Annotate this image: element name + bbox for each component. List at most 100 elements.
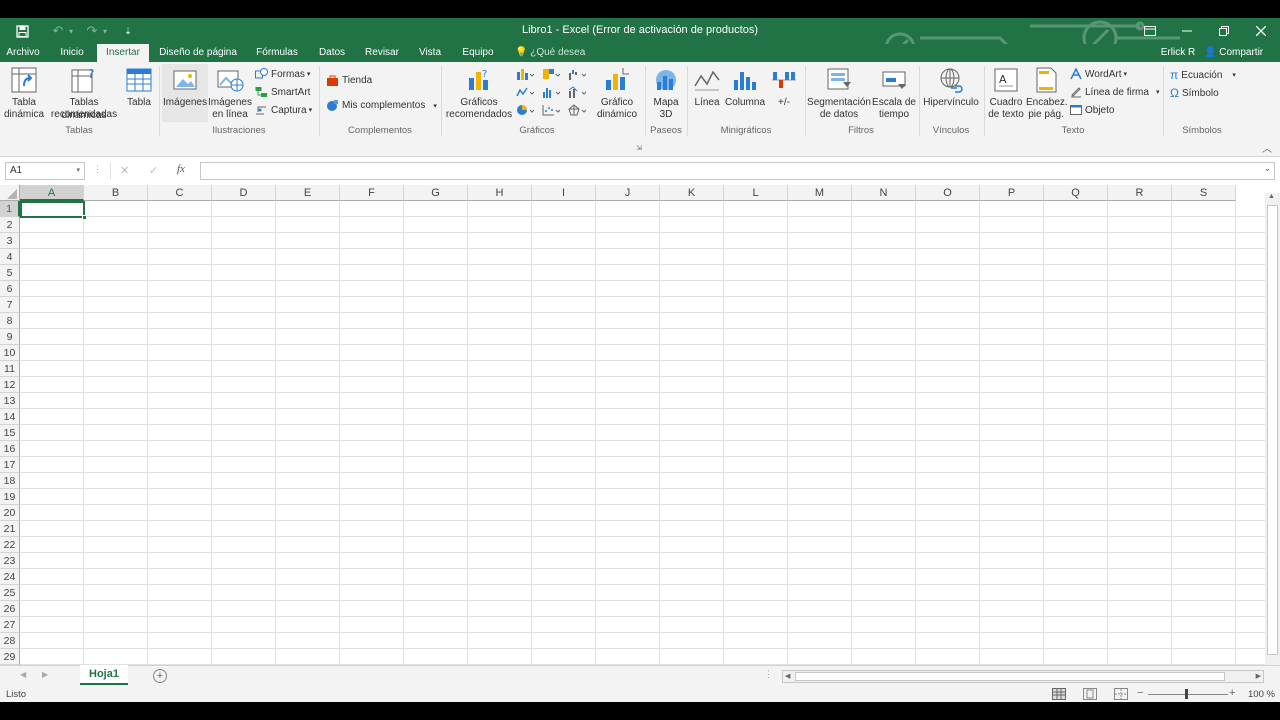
row-header-18[interactable]: 18 [0, 473, 20, 489]
tab-archivo[interactable]: Archivo [0, 44, 46, 62]
row-header-29[interactable]: 29 [0, 649, 20, 665]
cancel-icon[interactable]: ✕ [120, 164, 129, 177]
row-header-5[interactable]: 5 [0, 265, 20, 281]
statistic-chart-button[interactable] [542, 86, 563, 98]
row-header-3[interactable]: 3 [0, 233, 20, 249]
minimize-icon[interactable] [1176, 18, 1198, 44]
page-layout-view-icon[interactable] [1083, 688, 1097, 700]
column-header-s[interactable]: S [1172, 185, 1236, 201]
row-header-28[interactable]: 28 [0, 633, 20, 649]
column-header-p[interactable]: P [980, 185, 1044, 201]
column-header-i[interactable]: I [532, 185, 596, 201]
tab-vista[interactable]: Vista [412, 44, 448, 62]
slicer-button[interactable]: Segmentación de datos [807, 64, 871, 122]
row-header-22[interactable]: 22 [0, 537, 20, 553]
store-button[interactable]: Tienda [326, 74, 372, 87]
tell-me-box[interactable]: 💡 ¿Qué desea hacer? [515, 44, 615, 75]
sparkline-winloss-button[interactable]: +/- [768, 64, 800, 122]
select-all-corner[interactable] [0, 185, 20, 201]
row-header-23[interactable]: 23 [0, 553, 20, 569]
scroll-right-icon[interactable]: ▶ [1256, 672, 1261, 680]
waterfall-chart-button[interactable] [568, 68, 589, 80]
wordart-button[interactable]: WordArt ▾ [1070, 68, 1127, 80]
equation-button[interactable]: π Ecuación ▾ [1170, 68, 1236, 82]
tab-diseno-pagina[interactable]: Diseño de página [156, 44, 240, 62]
row-header-10[interactable]: 10 [0, 345, 20, 361]
smartart-button[interactable]: SmartArt [255, 86, 310, 98]
scroll-left-icon[interactable]: ◀ [785, 672, 790, 680]
user-name[interactable]: Erlick R [1158, 44, 1198, 62]
row-header-4[interactable]: 4 [0, 249, 20, 265]
scatter-chart-button[interactable] [542, 104, 563, 116]
active-cell-a1[interactable] [20, 201, 85, 218]
tab-revisar[interactable]: Revisar [362, 44, 402, 62]
zoom-slider-thumb[interactable] [1185, 689, 1188, 699]
pivot-table-button[interactable]: Tabla dinámica [4, 64, 44, 122]
column-header-m[interactable]: M [788, 185, 852, 201]
pie-chart-button[interactable] [516, 104, 537, 116]
row-header-12[interactable]: 12 [0, 377, 20, 393]
row-header-6[interactable]: 6 [0, 281, 20, 297]
share-button[interactable]: 👤 Compartir [1204, 44, 1274, 62]
column-header-g[interactable]: G [404, 185, 468, 201]
pivot-chart-button[interactable]: Gráfico dinámico [592, 64, 642, 122]
column-header-r[interactable]: R [1108, 185, 1172, 201]
timeline-button[interactable]: Escala de tiempo [872, 64, 916, 122]
row-header-16[interactable]: 16 [0, 441, 20, 457]
column-header-o[interactable]: O [916, 185, 980, 201]
column-header-a[interactable]: A [20, 185, 84, 201]
column-header-j[interactable]: J [596, 185, 660, 201]
scroll-up-icon[interactable]: ▲ [1268, 193, 1275, 200]
object-button[interactable]: Objeto [1070, 104, 1114, 116]
horizontal-scrollbar[interactable]: ◀ ▶ [782, 670, 1264, 683]
shapes-button[interactable]: Formas ▾ [255, 68, 310, 80]
header-footer-button[interactable]: Encabez. pie pág. [1026, 64, 1068, 122]
zoom-out-icon[interactable]: − [1137, 687, 1143, 699]
row-header-14[interactable]: 14 [0, 409, 20, 425]
tab-insertar[interactable]: Insertar [97, 44, 149, 63]
column-header-f[interactable]: F [340, 185, 404, 201]
zoom-in-icon[interactable]: + [1229, 687, 1235, 699]
formula-input[interactable] [200, 162, 1275, 180]
fill-handle[interactable] [82, 215, 87, 220]
line-chart-button[interactable] [516, 86, 537, 98]
column-header-q[interactable]: Q [1044, 185, 1108, 201]
row-header-27[interactable]: 27 [0, 617, 20, 633]
row-header-11[interactable]: 11 [0, 361, 20, 377]
text-box-button[interactable]: A Cuadro de texto [986, 64, 1026, 122]
new-sheet-icon[interactable]: + [153, 669, 167, 683]
column-header-e[interactable]: E [276, 185, 340, 201]
signature-line-button[interactable]: Línea de firma ▾ [1070, 86, 1159, 98]
row-header-15[interactable]: 15 [0, 425, 20, 441]
worksheet-grid[interactable]: ABCDEFGHIJKLMNOPQRS 1 2 3 4 5 6 7 8 9 10 11 12 13 14 1… [0, 185, 1265, 665]
column-header-k[interactable]: K [660, 185, 724, 201]
sparkline-line-button[interactable]: Línea [690, 64, 724, 122]
tab-split-handle-icon[interactable]: ⋮ [764, 669, 773, 680]
row-header-25[interactable]: 25 [0, 585, 20, 601]
online-pictures-button[interactable]: Imágenes en línea [208, 64, 252, 122]
column-header-h[interactable]: H [468, 185, 532, 201]
tab-formulas[interactable]: Fórmulas [250, 44, 304, 62]
close-icon[interactable] [1250, 18, 1272, 44]
symbol-button[interactable]: Ω Símbolo [1170, 86, 1219, 100]
row-header-7[interactable]: 7 [0, 297, 20, 313]
row-header-8[interactable]: 8 [0, 313, 20, 329]
name-box-dropdown-icon[interactable]: ▾ [76, 163, 80, 179]
name-box[interactable]: A1 ▾ [5, 162, 85, 180]
zoom-level[interactable]: 100 % [1248, 689, 1275, 700]
page-break-view-icon[interactable] [1114, 688, 1128, 700]
screenshot-button[interactable]: Captura ▾ [255, 104, 312, 116]
hierarchy-chart-button[interactable] [542, 68, 563, 80]
column-header-d[interactable]: D [212, 185, 276, 201]
row-header-17[interactable]: 17 [0, 457, 20, 473]
combo-chart-button[interactable] [568, 86, 589, 98]
recommended-pivot-button[interactable]: ? Tablas dinámicas recomendadas [46, 64, 122, 122]
row-header-2[interactable]: 2 [0, 217, 20, 233]
row-header-19[interactable]: 19 [0, 489, 20, 505]
sparkline-column-button[interactable]: Columna [724, 64, 766, 122]
collapse-ribbon-icon[interactable]: ︿ [1262, 140, 1272, 155]
recommended-charts-button[interactable]: ? Gráficos recomendados [444, 64, 514, 122]
column-header-l[interactable]: L [724, 185, 788, 201]
next-sheet-icon[interactable]: ▶ [42, 670, 48, 679]
pictures-button[interactable]: Imágenes [162, 64, 208, 122]
